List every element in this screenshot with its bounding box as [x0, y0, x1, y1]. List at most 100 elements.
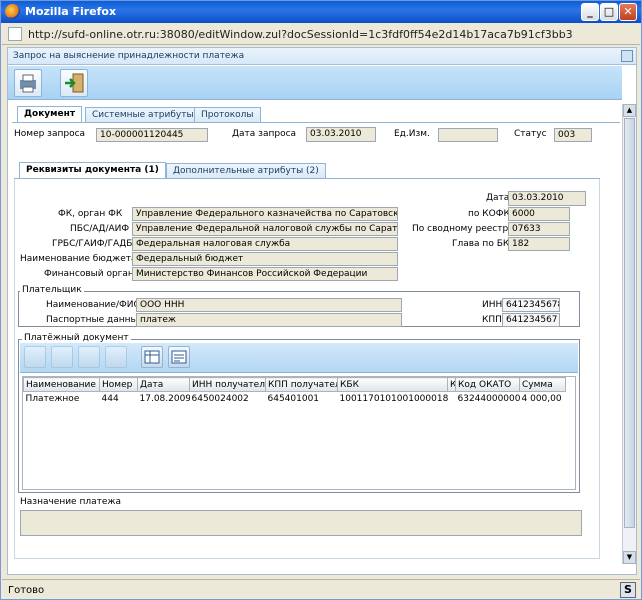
view-form-button[interactable] — [168, 346, 190, 368]
col-sum[interactable]: Сумма — [519, 377, 566, 392]
cell-date: 17.08.2009 — [139, 393, 190, 404]
url-text[interactable]: http://sufd-online.otr.ru:38080/editWind… — [28, 28, 573, 41]
cell-k — [448, 392, 456, 406]
date-label: Дата — [486, 193, 510, 203]
form-icon — [171, 350, 187, 364]
minimize-button[interactable]: _ — [581, 3, 599, 21]
col-kbk[interactable]: КБК — [337, 377, 448, 392]
dialog-title: Запрос на выяснение принадлежности плате… — [13, 51, 245, 61]
dialog-header: Запрос на выяснение принадлежности плате… — [8, 48, 636, 65]
payer-name-field[interactable]: ООО ННН — [136, 298, 402, 312]
window-title: Mozilla Firefox — [25, 5, 117, 18]
delete-row-button[interactable] — [105, 346, 127, 368]
scroll-up-icon[interactable]: ▲ — [623, 104, 636, 117]
tab-divider — [12, 122, 620, 123]
purpose-field[interactable] — [20, 510, 582, 536]
pbs-field[interactable]: Управление Федеральной налоговой службы … — [132, 222, 398, 236]
purpose-label: Назначение платежа — [20, 497, 122, 507]
budget-label: Наименование бюджета — [20, 254, 137, 264]
cell-kpp: 645401001 — [267, 393, 320, 404]
view-grid-button[interactable] — [141, 346, 163, 368]
table-row[interactable]: Платежное 444 17.08.2009 6450024002 6454… — [24, 392, 566, 406]
print-button[interactable] — [14, 69, 42, 97]
request-date-field[interactable]: 03.03.2010 — [306, 127, 376, 142]
vertical-scrollbar[interactable]: ▲ ▼ — [622, 104, 636, 564]
request-no-field[interactable]: 10-000001120445 — [96, 128, 208, 142]
request-no-label: Номер запроса — [14, 129, 86, 139]
col-k[interactable]: К — [447, 377, 456, 392]
payments-table-wrap: Наименование Номер Дата ИНН получателя К… — [22, 376, 576, 490]
status-bar: Готово S — [2, 579, 640, 599]
firefox-logo-icon — [5, 4, 20, 19]
maximize-button[interactable]: □ — [600, 3, 618, 21]
title-bar[interactable]: Mozilla Firefox _ □ ✕ — [1, 1, 641, 23]
status-field[interactable]: 003 — [554, 128, 592, 142]
col-date[interactable]: Дата — [137, 377, 190, 392]
payer-group-title: Плательщик — [20, 285, 84, 295]
pbs-label: ПБС/АД/АИФ — [70, 224, 130, 234]
cell-inn: 6450024002 — [191, 393, 249, 404]
payments-table: Наименование Номер Дата ИНН получателя К… — [23, 377, 566, 406]
budget-field[interactable]: Федеральный бюджет — [132, 252, 398, 266]
unit-label: Ед.Изм. — [394, 129, 430, 139]
kofk-field[interactable]: 6000 — [508, 207, 570, 221]
col-name[interactable]: Наименование — [23, 377, 100, 392]
payment-group-title: Платёжный документ — [22, 333, 131, 343]
fin-label: Финансовый орган — [44, 269, 134, 279]
date-field[interactable]: 03.03.2010 — [508, 191, 586, 206]
exit-icon — [65, 73, 84, 93]
edit-window: Запрос на выяснение принадлежности плате… — [7, 47, 637, 575]
scroll-down-icon[interactable]: ▼ — [623, 551, 636, 564]
edit-row-button[interactable] — [78, 346, 100, 368]
cell-kbk: 10011701010010000180 — [339, 393, 448, 404]
status-text: Готово — [8, 585, 45, 596]
tab-system-attributes[interactable]: Системные атрибуты — [85, 107, 201, 123]
inn-label: ИНН — [482, 300, 503, 310]
grbs-field[interactable]: Федеральная налоговая служба — [132, 237, 398, 251]
restore-icon[interactable] — [621, 50, 633, 62]
grbs-label: ГРБС/ГАИФ/ГАДБ — [52, 239, 133, 249]
cell-okato: 63244000000 — [457, 393, 520, 404]
col-kpp[interactable]: КПП получател — [265, 377, 338, 392]
cell-name: Платежное — [25, 393, 80, 404]
addon-s-icon[interactable]: S — [620, 582, 636, 598]
glava-label: Глава по БК — [452, 239, 510, 249]
cell-sum: 4 000,00 — [521, 393, 562, 404]
inn-field[interactable]: 6412345678 — [502, 298, 560, 312]
glava-field[interactable]: 182 — [508, 237, 570, 251]
payment-toolbar — [20, 343, 578, 373]
close-button[interactable]: ✕ — [619, 3, 637, 21]
unit-field[interactable] — [438, 128, 498, 142]
kofk-label: по КОФК — [468, 209, 510, 219]
toolbar — [8, 66, 622, 100]
fk-label: ФК, орган ФК — [58, 209, 123, 219]
address-bar[interactable]: http://sufd-online.otr.ru:38080/editWind… — [2, 23, 640, 45]
passport-field[interactable]: платеж — [136, 313, 402, 327]
cell-number: 444 — [101, 393, 119, 404]
status-label: Статус — [514, 129, 547, 139]
fk-field[interactable]: Управление Федерального казначейства по … — [132, 207, 398, 221]
grid-icon — [144, 350, 160, 364]
payer-name-label: Наименование/ФИО — [46, 300, 141, 310]
request-date-label: Дата запроса — [232, 129, 297, 139]
tab-protocols[interactable]: Протоколы — [194, 107, 261, 123]
col-number[interactable]: Номер — [99, 377, 138, 392]
col-inn[interactable]: ИНН получателя — [189, 377, 266, 392]
reestr-field[interactable]: 07633 — [508, 222, 570, 236]
fin-field[interactable]: Министерство Финансов Российской Федерац… — [132, 267, 398, 281]
col-okato[interactable]: Код ОКАТО — [455, 377, 520, 392]
reestr-label: По сводному реестру — [412, 224, 514, 234]
tab-additional-attributes[interactable]: Дополнительные атрибуты (2) — [166, 163, 326, 179]
tab-document[interactable]: Документ — [17, 106, 83, 123]
printer-icon — [20, 74, 36, 93]
add-row-button[interactable] — [24, 346, 46, 368]
scroll-thumb[interactable] — [624, 118, 635, 528]
browser-window: Mozilla Firefox _ □ ✕ http://sufd-online… — [0, 0, 642, 600]
tab-document-details[interactable]: Реквизиты документа (1) — [19, 162, 166, 179]
copy-row-button[interactable] — [51, 346, 73, 368]
page-icon — [8, 27, 22, 41]
passport-label: Паспортные данные — [46, 315, 144, 325]
exit-button[interactable] — [60, 69, 88, 97]
kpp-label: КПП — [482, 315, 502, 325]
kpp-field[interactable]: 641234567 — [502, 313, 560, 327]
